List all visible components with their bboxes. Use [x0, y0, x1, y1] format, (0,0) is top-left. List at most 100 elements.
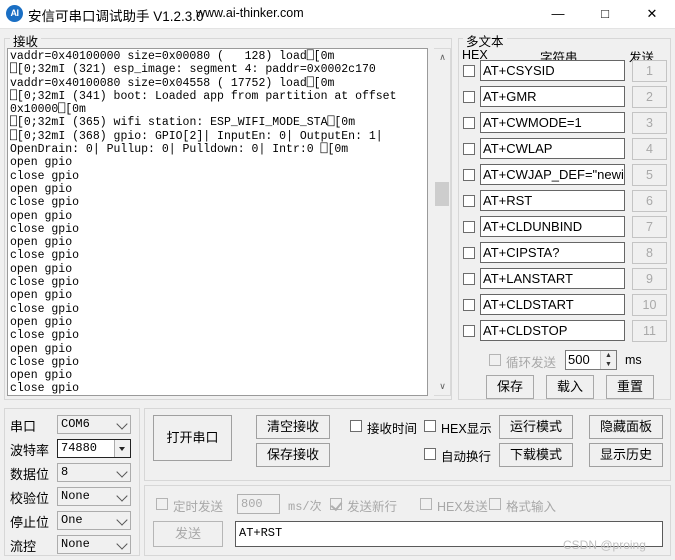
- loop-send-checkbox[interactable]: [489, 354, 501, 366]
- at-send-button[interactable]: 7: [632, 216, 667, 238]
- serial-field-label: 停止位: [10, 515, 50, 530]
- dropdown-button[interactable]: [114, 440, 130, 457]
- minimize-icon[interactable]: —: [535, 0, 581, 28]
- hide-panel-button[interactable]: 隐藏面板: [589, 415, 663, 439]
- load-presets-button[interactable]: 载入: [546, 375, 594, 399]
- at-command-input[interactable]: AT+CLDUNBIND: [480, 216, 625, 237]
- timed-interval-unit: ms/次: [288, 500, 322, 514]
- at-command-input[interactable]: AT+CLDSTART: [480, 294, 625, 315]
- hex-send-checkbox[interactable]: [420, 498, 432, 510]
- at-send-button[interactable]: 4: [632, 138, 667, 160]
- hex-send-label: HEX发送: [437, 500, 488, 514]
- scroll-up-icon[interactable]: ∧: [434, 49, 451, 66]
- serial-field-editable-combo[interactable]: 74880: [57, 439, 131, 458]
- receive-time-checkbox[interactable]: [350, 420, 362, 432]
- reset-presets-button[interactable]: 重置: [606, 375, 654, 399]
- send-newline-label: 发送新行: [347, 500, 398, 514]
- at-command-input[interactable]: AT+GMR: [480, 86, 625, 107]
- send-newline-checkbox[interactable]: [330, 498, 342, 510]
- at-hex-checkbox[interactable]: [463, 65, 475, 77]
- at-send-button[interactable]: 1: [632, 60, 667, 82]
- at-command-input[interactable]: AT+CIPSTA?: [480, 242, 625, 263]
- save-receive-button[interactable]: 保存接收: [256, 443, 330, 467]
- loop-interval-unit: ms: [625, 353, 642, 367]
- auto-wrap-checkbox[interactable]: [424, 448, 436, 460]
- open-port-button[interactable]: 打开串口: [153, 415, 232, 461]
- at-send-button[interactable]: 8: [632, 242, 667, 264]
- serial-field-combo[interactable]: COM6: [57, 415, 131, 434]
- at-send-button[interactable]: 11: [632, 320, 667, 342]
- clear-receive-button[interactable]: 清空接收: [256, 415, 330, 439]
- loop-interval-value: 500: [568, 352, 590, 367]
- at-hex-checkbox[interactable]: [463, 273, 475, 285]
- at-command-row: AT+CWLAP 4: [460, 138, 670, 162]
- show-history-button[interactable]: 显示历史: [589, 443, 663, 467]
- send-button[interactable]: 发送: [153, 521, 223, 547]
- at-command-row: AT+CLDUNBIND 7: [460, 216, 670, 240]
- loop-send-label: 循环发送: [506, 356, 557, 370]
- at-hex-checkbox[interactable]: [463, 247, 475, 259]
- app-logo-icon: AI: [6, 5, 23, 22]
- at-command-row: AT+LANSTART 9: [460, 268, 670, 292]
- timed-interval-input[interactable]: 800: [237, 494, 280, 514]
- scroll-down-icon[interactable]: ∨: [434, 378, 451, 395]
- at-command-input[interactable]: AT+CWLAP: [480, 138, 625, 159]
- at-hex-checkbox[interactable]: [463, 325, 475, 337]
- at-command-input[interactable]: AT+LANSTART: [480, 268, 625, 289]
- at-command-input[interactable]: AT+CSYSID: [480, 60, 625, 81]
- serial-debug-assistant-window: AI 安信可串口调试助手 V1.2.3.0 www.ai-thinker.com…: [0, 0, 675, 560]
- receive-time-label: 接收时间: [367, 422, 418, 436]
- hex-display-checkbox[interactable]: [424, 420, 436, 432]
- at-command-input[interactable]: AT+RST: [480, 190, 625, 211]
- at-send-button[interactable]: 5: [632, 164, 667, 186]
- save-presets-button[interactable]: 保存: [486, 375, 534, 399]
- at-send-button[interactable]: 3: [632, 112, 667, 134]
- chevron-down-icon[interactable]: [116, 514, 128, 526]
- serial-field-label: 数据位: [10, 467, 50, 482]
- at-hex-checkbox[interactable]: [463, 169, 475, 181]
- at-hex-checkbox[interactable]: [463, 195, 475, 207]
- chevron-down-icon[interactable]: [116, 490, 128, 502]
- spin-up-icon[interactable]: ▲: [601, 351, 616, 360]
- chevron-down-icon[interactable]: [116, 538, 128, 550]
- format-input-label: 格式输入: [506, 500, 557, 514]
- at-send-button[interactable]: 9: [632, 268, 667, 290]
- at-command-input[interactable]: AT+CWJAP_DEF="newifi_: [480, 164, 625, 185]
- at-hex-checkbox[interactable]: [463, 143, 475, 155]
- at-command-row: AT+CWJAP_DEF="newifi_ 5: [460, 164, 670, 188]
- at-command-input[interactable]: AT+CLDSTOP: [480, 320, 625, 341]
- download-mode-button[interactable]: 下载模式: [499, 443, 573, 467]
- watermark-text: CSDN @proing: [563, 538, 646, 552]
- at-send-button[interactable]: 6: [632, 190, 667, 212]
- scrollbar-thumb[interactable]: [435, 182, 449, 206]
- at-hex-checkbox[interactable]: [463, 299, 475, 311]
- at-command-row: AT+CLDSTART 10: [460, 294, 670, 318]
- format-input-checkbox[interactable]: [489, 498, 501, 510]
- at-command-row: AT+CSYSID 1: [460, 60, 670, 84]
- close-icon[interactable]: ✕: [629, 0, 675, 28]
- serial-field-combo[interactable]: One: [57, 511, 131, 530]
- serial-field-label: 波特率: [10, 443, 50, 458]
- at-hex-checkbox[interactable]: [463, 221, 475, 233]
- at-command-row: AT+CLDSTOP 11: [460, 320, 670, 344]
- serial-field-combo[interactable]: None: [57, 535, 131, 554]
- serial-field-combo[interactable]: None: [57, 487, 131, 506]
- maximize-icon[interactable]: □: [582, 0, 628, 28]
- receive-terminal[interactable]: vaddr=0x40100000 size=0x00080 ( 128) loa…: [7, 48, 428, 396]
- spin-down-icon[interactable]: ▼: [601, 360, 616, 369]
- timed-send-checkbox[interactable]: [156, 498, 168, 510]
- chevron-down-icon[interactable]: [116, 466, 128, 478]
- at-send-button[interactable]: 10: [632, 294, 667, 316]
- serial-field-label: 流控: [10, 539, 37, 554]
- at-hex-checkbox[interactable]: [463, 117, 475, 129]
- run-mode-button[interactable]: 运行模式: [499, 415, 573, 439]
- receive-scrollbar[interactable]: ∧ ∨: [434, 48, 451, 396]
- loop-interval-spin-buttons[interactable]: ▲ ▼: [600, 351, 616, 369]
- at-command-input[interactable]: AT+CWMODE=1: [480, 112, 625, 133]
- at-send-button[interactable]: 2: [632, 86, 667, 108]
- serial-field-combo[interactable]: 8: [57, 463, 131, 482]
- loop-interval-stepper[interactable]: 500 ▲ ▼: [565, 350, 617, 370]
- chevron-down-icon[interactable]: [116, 418, 128, 430]
- at-hex-checkbox[interactable]: [463, 91, 475, 103]
- at-command-row: AT+GMR 2: [460, 86, 670, 110]
